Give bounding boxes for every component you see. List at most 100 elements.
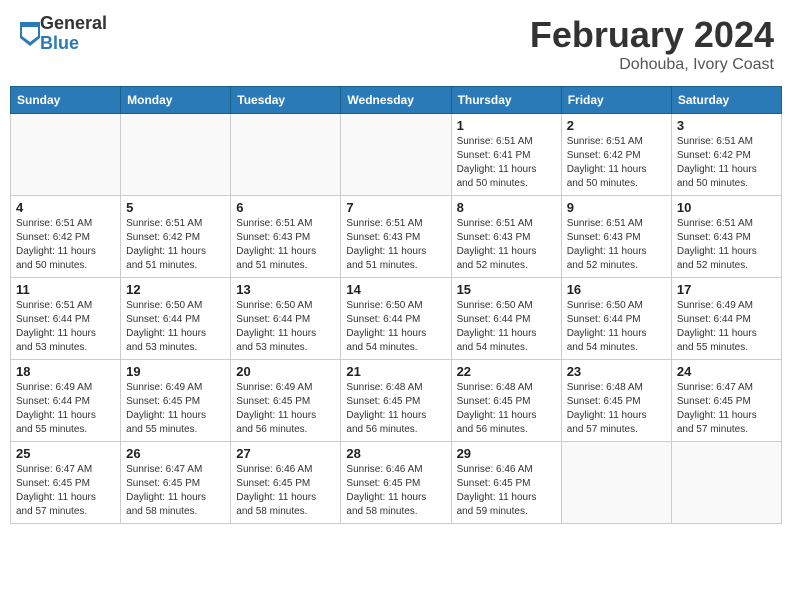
week-row-0: 1 Sunrise: 6:51 AMSunset: 6:41 PMDaylight… <box>11 114 782 196</box>
day-info: Sunrise: 6:51 AMSunset: 6:42 PMDaylight:… <box>126 217 225 273</box>
col-tuesday: Tuesday <box>231 87 341 114</box>
day-number: 16 <box>567 282 666 297</box>
day-number: 9 <box>567 200 666 215</box>
day-info: Sunrise: 6:49 AMSunset: 6:44 PMDaylight:… <box>677 299 776 355</box>
day-number: 25 <box>16 446 115 461</box>
day-cell: 3Sunrise: 6:51 AMSunset: 6:42 PMDaylight… <box>671 114 781 196</box>
day-info: Sunrise: 6:51 AMSunset: 6:43 PMDaylight:… <box>236 217 335 273</box>
day-number: 11 <box>16 282 115 297</box>
month-title: February 2024 <box>530 14 774 56</box>
day-info: Sunrise: 6:50 AMSunset: 6:44 PMDaylight:… <box>126 299 225 355</box>
day-number: 8 <box>457 200 556 215</box>
day-cell: 14 Sunrise: 6:50 AMSunset: 6:44 PMDayligh… <box>341 278 451 360</box>
day-info: Sunrise: 6:50 AMSunset: 6:44 PMDaylight:… <box>457 299 556 355</box>
day-number: 6 <box>236 200 335 215</box>
day-number: 27 <box>236 446 335 461</box>
day-cell: 5 Sunrise: 6:51 AMSunset: 6:42 PMDaylight… <box>121 196 231 278</box>
day-cell: 1 Sunrise: 6:51 AMSunset: 6:41 PMDaylight… <box>451 114 561 196</box>
day-cell: 29 Sunrise: 6:46 AMSunset: 6:45 PMDayligh… <box>451 442 561 524</box>
col-thursday: Thursday <box>451 87 561 114</box>
day-cell: 19 Sunrise: 6:49 AMSunset: 6:45 PMDayligh… <box>121 360 231 442</box>
week-row-2: 11 Sunrise: 6:51 AMSunset: 6:44 PMDayligh… <box>11 278 782 360</box>
day-cell: 8 Sunrise: 6:51 AMSunset: 6:43 PMDaylight… <box>451 196 561 278</box>
day-info: Sunrise: 6:50 AMSunset: 6:44 PMDaylight:… <box>346 299 445 355</box>
header-row: Sunday Monday Tuesday Wednesday Thursday… <box>11 87 782 114</box>
day-number: 7 <box>346 200 445 215</box>
day-info: Sunrise: 6:49 AMSunset: 6:45 PMDaylight:… <box>236 381 335 437</box>
day-info: Sunrise: 6:51 AMSunset: 6:43 PMDaylight:… <box>457 217 556 273</box>
day-info: Sunrise: 6:51 AMSunset: 6:41 PMDaylight:… <box>457 135 556 191</box>
day-cell: 20 Sunrise: 6:49 AMSunset: 6:45 PMDayligh… <box>231 360 341 442</box>
week-row-1: 4 Sunrise: 6:51 AMSunset: 6:42 PMDaylight… <box>11 196 782 278</box>
day-info: Sunrise: 6:48 AMSunset: 6:45 PMDaylight:… <box>457 381 556 437</box>
day-number: 23 <box>567 364 666 379</box>
calendar-table: Sunday Monday Tuesday Wednesday Thursday… <box>10 86 782 524</box>
day-cell: 17 Sunrise: 6:49 AMSunset: 6:44 PMDayligh… <box>671 278 781 360</box>
day-info: Sunrise: 6:46 AMSunset: 6:45 PMDaylight:… <box>346 463 445 519</box>
header: General Blue February 2024 Dohouba, Ivor… <box>10 10 782 78</box>
day-number: 12 <box>126 282 225 297</box>
day-number: 1 <box>457 118 556 133</box>
day-cell: 18Sunrise: 6:49 AMSunset: 6:44 PMDayligh… <box>11 360 121 442</box>
day-info: Sunrise: 6:51 AMSunset: 6:43 PMDaylight:… <box>677 217 776 273</box>
day-info: Sunrise: 6:46 AMSunset: 6:45 PMDaylight:… <box>236 463 335 519</box>
day-cell: 22Sunrise: 6:48 AMSunset: 6:45 PMDayligh… <box>451 360 561 442</box>
day-info: Sunrise: 6:48 AMSunset: 6:45 PMDaylight:… <box>567 381 666 437</box>
day-cell: 13 Sunrise: 6:50 AMSunset: 6:44 PMDayligh… <box>231 278 341 360</box>
day-cell: 28 Sunrise: 6:46 AMSunset: 6:45 PMDayligh… <box>341 442 451 524</box>
day-number: 14 <box>346 282 445 297</box>
day-number: 24 <box>677 364 776 379</box>
day-cell: 2 Sunrise: 6:51 AMSunset: 6:42 PMDaylight… <box>561 114 671 196</box>
day-cell <box>671 442 781 524</box>
day-cell: 12 Sunrise: 6:50 AMSunset: 6:44 PMDayligh… <box>121 278 231 360</box>
week-row-3: 18Sunrise: 6:49 AMSunset: 6:44 PMDayligh… <box>11 360 782 442</box>
day-number: 26 <box>126 446 225 461</box>
day-number: 5 <box>126 200 225 215</box>
col-wednesday: Wednesday <box>341 87 451 114</box>
logo-text: General Blue <box>40 14 107 54</box>
day-cell: 7 Sunrise: 6:51 AMSunset: 6:43 PMDaylight… <box>341 196 451 278</box>
day-info: Sunrise: 6:51 AMSunset: 6:43 PMDaylight:… <box>567 217 666 273</box>
day-info: Sunrise: 6:51 AMSunset: 6:44 PMDaylight:… <box>16 299 115 355</box>
day-cell: 15 Sunrise: 6:50 AMSunset: 6:44 PMDayligh… <box>451 278 561 360</box>
day-info: Sunrise: 6:51 AMSunset: 6:42 PMDaylight:… <box>567 135 666 191</box>
logo: General Blue <box>18 14 107 54</box>
day-number: 20 <box>236 364 335 379</box>
day-number: 10 <box>677 200 776 215</box>
logo-icon <box>20 22 40 46</box>
day-info: Sunrise: 6:50 AMSunset: 6:44 PMDaylight:… <box>567 299 666 355</box>
day-number: 19 <box>126 364 225 379</box>
day-cell <box>121 114 231 196</box>
day-number: 29 <box>457 446 556 461</box>
day-cell: 21Sunrise: 6:48 AMSunset: 6:45 PMDayligh… <box>341 360 451 442</box>
day-cell: 4Sunrise: 6:51 AMSunset: 6:42 PMDaylight… <box>11 196 121 278</box>
day-cell <box>11 114 121 196</box>
day-cell: 23 Sunrise: 6:48 AMSunset: 6:45 PMDayligh… <box>561 360 671 442</box>
day-info: Sunrise: 6:49 AMSunset: 6:45 PMDaylight:… <box>126 381 225 437</box>
day-info: Sunrise: 6:47 AMSunset: 6:45 PMDaylight:… <box>126 463 225 519</box>
day-info: Sunrise: 6:48 AMSunset: 6:45 PMDaylight:… <box>346 381 445 437</box>
day-number: 15 <box>457 282 556 297</box>
day-cell: 25Sunrise: 6:47 AMSunset: 6:45 PMDayligh… <box>11 442 121 524</box>
logo-blue-text: Blue <box>40 34 107 54</box>
day-cell: 16 Sunrise: 6:50 AMSunset: 6:44 PMDayligh… <box>561 278 671 360</box>
day-number: 17 <box>677 282 776 297</box>
day-cell: 9 Sunrise: 6:51 AMSunset: 6:43 PMDaylight… <box>561 196 671 278</box>
day-info: Sunrise: 6:46 AMSunset: 6:45 PMDaylight:… <box>457 463 556 519</box>
day-number: 28 <box>346 446 445 461</box>
day-cell: 11 Sunrise: 6:51 AMSunset: 6:44 PMDayligh… <box>11 278 121 360</box>
day-info: Sunrise: 6:51 AMSunset: 6:43 PMDaylight:… <box>346 217 445 273</box>
day-number: 4 <box>16 200 115 215</box>
day-number: 13 <box>236 282 335 297</box>
location-title: Dohouba, Ivory Coast <box>530 56 774 74</box>
day-cell: 6 Sunrise: 6:51 AMSunset: 6:43 PMDaylight… <box>231 196 341 278</box>
day-info: Sunrise: 6:50 AMSunset: 6:44 PMDaylight:… <box>236 299 335 355</box>
day-info: Sunrise: 6:49 AMSunset: 6:44 PMDaylight:… <box>16 381 115 437</box>
day-cell: 24Sunrise: 6:47 AMSunset: 6:45 PMDayligh… <box>671 360 781 442</box>
day-cell: 27 Sunrise: 6:46 AMSunset: 6:45 PMDayligh… <box>231 442 341 524</box>
day-cell: 26 Sunrise: 6:47 AMSunset: 6:45 PMDayligh… <box>121 442 231 524</box>
day-info: Sunrise: 6:51 AMSunset: 6:42 PMDaylight:… <box>677 135 776 191</box>
day-number: 2 <box>567 118 666 133</box>
day-cell <box>341 114 451 196</box>
col-sunday: Sunday <box>11 87 121 114</box>
